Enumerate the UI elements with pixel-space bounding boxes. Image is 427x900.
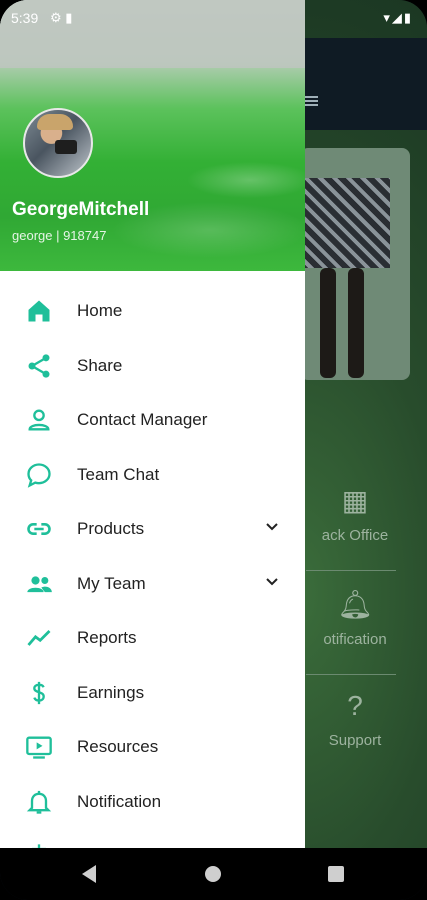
- menu-label: Team Chat: [77, 464, 160, 484]
- menu-label: Contact Manager: [77, 410, 208, 430]
- chevron-down-icon[interactable]: [265, 520, 279, 534]
- building-icon: ▦: [341, 485, 369, 516]
- settings-icon: [24, 841, 54, 848]
- menu-item-resources[interactable]: Resources: [0, 720, 305, 775]
- tile-label: ack Office: [321, 527, 389, 544]
- help-icon: ?: [347, 690, 363, 721]
- menu-label: Earnings: [77, 682, 145, 702]
- tile-label: otification: [323, 631, 387, 648]
- menu-label: Notification: [77, 791, 162, 811]
- status-notification-icons: ⚙ ▮: [50, 10, 73, 25]
- drawer-menu: Home Share Contact Manager Team Chat Pro…: [0, 284, 305, 848]
- menu-item-reports[interactable]: Reports: [0, 611, 305, 666]
- trending-up-icon: [24, 623, 54, 653]
- bell-icon: 🔔︎: [337, 589, 373, 620]
- dollar-icon: [24, 678, 54, 708]
- link-icon: [24, 514, 54, 544]
- hamburger-menu-icon[interactable]: [304, 96, 318, 106]
- status-time: 5:39: [11, 10, 39, 26]
- status-system-icons: ▾◢▮: [383, 10, 413, 25]
- menu-label: Resources: [77, 737, 159, 757]
- menu-item-my-team[interactable]: My Team: [0, 557, 305, 612]
- menu-label: Home: [77, 301, 123, 321]
- menu-item-partial[interactable]: [0, 829, 305, 848]
- home-icon: [24, 296, 54, 326]
- navigation-drawer: GeorgeMitchell george | 918747 Home Shar…: [0, 0, 305, 848]
- menu-item-earnings[interactable]: Earnings: [0, 666, 305, 721]
- menu-label: Share: [77, 355, 123, 375]
- system-navigation-bar: [0, 848, 427, 900]
- divider: [306, 674, 396, 675]
- notification-tile[interactable]: 🔔︎ otification: [300, 588, 410, 648]
- share-icon: [24, 351, 54, 381]
- menu-item-notification[interactable]: Notification: [0, 775, 305, 830]
- user-name: GeorgeMitchell: [12, 199, 150, 220]
- drawer-header: GeorgeMitchell george | 918747: [0, 0, 305, 271]
- tile-label: Support: [328, 732, 382, 749]
- bell-icon: [24, 787, 54, 817]
- support-tile[interactable]: ? Support: [300, 690, 410, 749]
- back-office-tile[interactable]: ▦ ack Office: [300, 484, 410, 544]
- menu-item-products[interactable]: Products: [0, 502, 305, 557]
- person-icon: [24, 405, 54, 435]
- menu-item-contact-manager[interactable]: Contact Manager: [0, 393, 305, 448]
- menu-label: Reports: [77, 628, 137, 648]
- menu-item-share[interactable]: Share: [0, 339, 305, 394]
- screen: ▦ ack Office 🔔︎ otification ? Support 5:…: [0, 0, 427, 900]
- user-id: george | 918747: [12, 228, 107, 243]
- menu-item-team-chat[interactable]: Team Chat: [0, 448, 305, 503]
- home-button-icon[interactable]: [205, 866, 221, 882]
- chevron-down-icon[interactable]: [265, 575, 279, 589]
- status-bar: 5:39 ⚙ ▮ ▾◢▮: [0, 0, 427, 38]
- avatar[interactable]: [23, 108, 93, 178]
- people-icon: [24, 569, 54, 599]
- chat-bubble-icon: [24, 460, 54, 490]
- banner-image: [300, 148, 410, 380]
- menu-label: Products: [77, 519, 145, 539]
- menu-label: My Team: [77, 573, 146, 593]
- tv-play-icon: [24, 732, 54, 762]
- divider: [306, 570, 396, 571]
- menu-item-home[interactable]: Home: [0, 284, 305, 339]
- back-icon[interactable]: [82, 865, 96, 883]
- recent-apps-icon[interactable]: [328, 866, 344, 882]
